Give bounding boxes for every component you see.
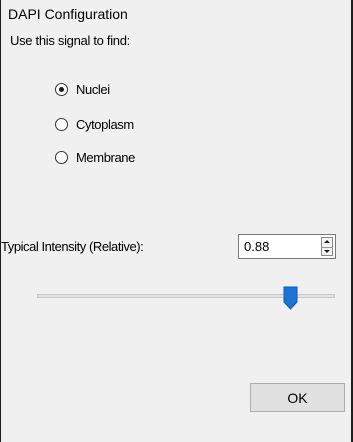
radio-circle-icon	[55, 83, 68, 96]
spin-buttons	[321, 237, 333, 256]
dapi-configuration-dialog: DAPI Configuration Use this signal to fi…	[0, 0, 353, 442]
arrow-up-icon	[324, 240, 330, 243]
radio-label-membrane: Membrane	[76, 150, 135, 165]
radio-circle-icon	[55, 151, 68, 164]
intensity-spinbox[interactable]	[238, 234, 336, 259]
radio-circle-icon	[55, 118, 68, 131]
radio-selected-dot	[59, 87, 64, 92]
signal-prompt-label: Use this signal to find:	[10, 33, 130, 48]
radio-label-nuclei: Nuclei	[76, 82, 110, 97]
arrow-down-icon	[324, 250, 330, 253]
intensity-slider[interactable]	[37, 284, 335, 314]
radio-nuclei[interactable]: Nuclei	[55, 82, 110, 97]
slider-thumb[interactable]	[283, 286, 298, 310]
intensity-value-input[interactable]	[244, 239, 314, 254]
dialog-title: DAPI Configuration	[8, 6, 128, 22]
spin-down-button[interactable]	[322, 247, 332, 256]
radio-membrane[interactable]: Membrane	[55, 150, 135, 165]
typical-intensity-label: Typical Intensity (Relative):	[1, 239, 144, 254]
ok-button[interactable]: OK	[250, 383, 345, 412]
radio-cytoplasm[interactable]: Cytoplasm	[55, 117, 134, 132]
spin-up-button[interactable]	[322, 238, 332, 246]
radio-label-cytoplasm: Cytoplasm	[76, 117, 134, 132]
